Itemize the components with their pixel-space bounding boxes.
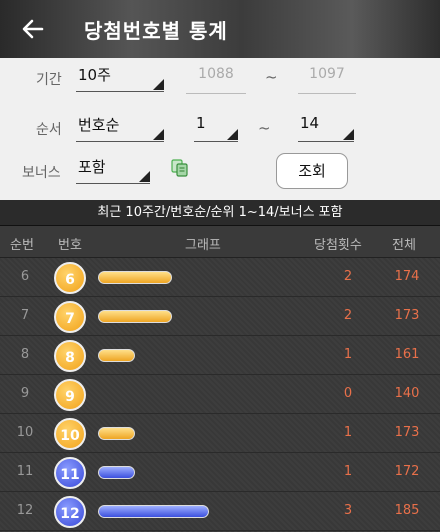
- page-title: 당첨번호별 통계: [84, 19, 228, 43]
- dropdown-arrow-icon: [139, 171, 150, 182]
- table-row[interactable]: 7 7 2 173: [0, 297, 440, 336]
- summary-bar: 최근 10주간/번호순/순위 1~14/보너스 포함: [0, 200, 440, 226]
- count-bar: [98, 310, 172, 323]
- count-bar: [98, 271, 172, 284]
- number-ball: 8: [54, 340, 86, 372]
- dropdown-arrow-icon: [153, 79, 164, 90]
- rank-from-select[interactable]: 1: [194, 114, 238, 142]
- row-total: 185: [394, 503, 420, 518]
- column-header-win-count: 당첨횟수: [314, 238, 362, 253]
- number-ball: 11: [54, 457, 86, 489]
- rank-to-select[interactable]: 14: [298, 114, 354, 142]
- range-to-field[interactable]: 1097: [298, 66, 356, 94]
- range-tilde: ~: [265, 68, 278, 86]
- row-total: 161: [394, 347, 420, 362]
- number-ball: 7: [54, 301, 86, 333]
- search-button[interactable]: 조회: [276, 153, 348, 189]
- column-header-number: 번호: [58, 238, 82, 253]
- period-value: 10주: [78, 66, 111, 84]
- dropdown-arrow-icon: [153, 129, 164, 140]
- row-win-count: 1: [343, 425, 353, 440]
- row-total: 140: [394, 386, 420, 401]
- bonus-select[interactable]: 포함: [76, 156, 150, 184]
- copy-icon[interactable]: [170, 158, 190, 178]
- table-row[interactable]: 11 11 1 172: [0, 453, 440, 492]
- row-win-count: 3: [343, 503, 353, 518]
- row-rank: 11: [16, 464, 34, 479]
- count-bar: [98, 466, 135, 479]
- number-ball: 9: [54, 379, 86, 411]
- row-win-count: 2: [343, 308, 353, 323]
- column-header-rank: 순번: [10, 238, 34, 253]
- row-rank: 8: [20, 347, 30, 362]
- table-row[interactable]: 10 10 1 173: [0, 414, 440, 453]
- row-rank: 6: [20, 269, 30, 284]
- rank-to-value: 14: [300, 114, 320, 132]
- dropdown-arrow-icon: [227, 129, 238, 140]
- table-row[interactable]: 12 12 3 185: [0, 492, 440, 531]
- row-total: 172: [394, 464, 420, 479]
- bonus-value: 포함: [78, 158, 106, 176]
- row-win-count: 2: [343, 269, 353, 284]
- row-total: 173: [394, 308, 420, 323]
- row-win-count: 0: [343, 386, 353, 401]
- stats-list: 6 6 2 174 7 7 2 173 8 8 1 161 9 9 0 140 10 10 1 173 11 11 1 172…: [0, 258, 440, 532]
- table-row[interactable]: 8 8 1 161: [0, 336, 440, 375]
- column-header-total: 전체: [392, 238, 416, 253]
- row-rank: 9: [20, 386, 30, 401]
- period-select[interactable]: 10주: [76, 64, 164, 92]
- column-header-graph: 그래프: [185, 238, 221, 253]
- count-bar: [98, 349, 135, 362]
- number-ball: 12: [54, 496, 86, 528]
- count-bar: [98, 505, 209, 518]
- rank-from-value: 1: [196, 114, 206, 132]
- count-bar: [98, 427, 135, 440]
- number-ball: 6: [54, 262, 86, 294]
- table-row[interactable]: 9 9 0 140: [0, 375, 440, 414]
- table-row[interactable]: 6 6 2 174: [0, 258, 440, 297]
- row-total: 174: [394, 269, 420, 284]
- number-ball: 10: [54, 418, 86, 450]
- rank-tilde: ~: [258, 119, 271, 137]
- range-from-field[interactable]: 1088: [186, 66, 246, 94]
- row-total: 173: [394, 425, 420, 440]
- table-header: 순번 번호 그래프 당첨횟수 전체: [0, 226, 440, 258]
- row-rank: 12: [16, 503, 34, 518]
- filter-panel: 기간 10주 1088 ~ 1097 순서 번호순 1 ~ 14 보너스 포함 …: [0, 58, 440, 200]
- dropdown-arrow-icon: [343, 129, 354, 140]
- order-label: 순서: [36, 122, 62, 138]
- app-header: 당첨번호별 통계: [0, 0, 440, 58]
- row-win-count: 1: [343, 464, 353, 479]
- order-value: 번호순: [78, 116, 120, 134]
- period-label: 기간: [36, 72, 62, 88]
- row-rank: 7: [20, 308, 30, 323]
- order-select[interactable]: 번호순: [76, 114, 164, 142]
- row-rank: 10: [16, 425, 34, 440]
- bonus-label: 보너스: [22, 165, 61, 181]
- row-win-count: 1: [343, 347, 353, 362]
- back-arrow-icon[interactable]: [18, 14, 48, 44]
